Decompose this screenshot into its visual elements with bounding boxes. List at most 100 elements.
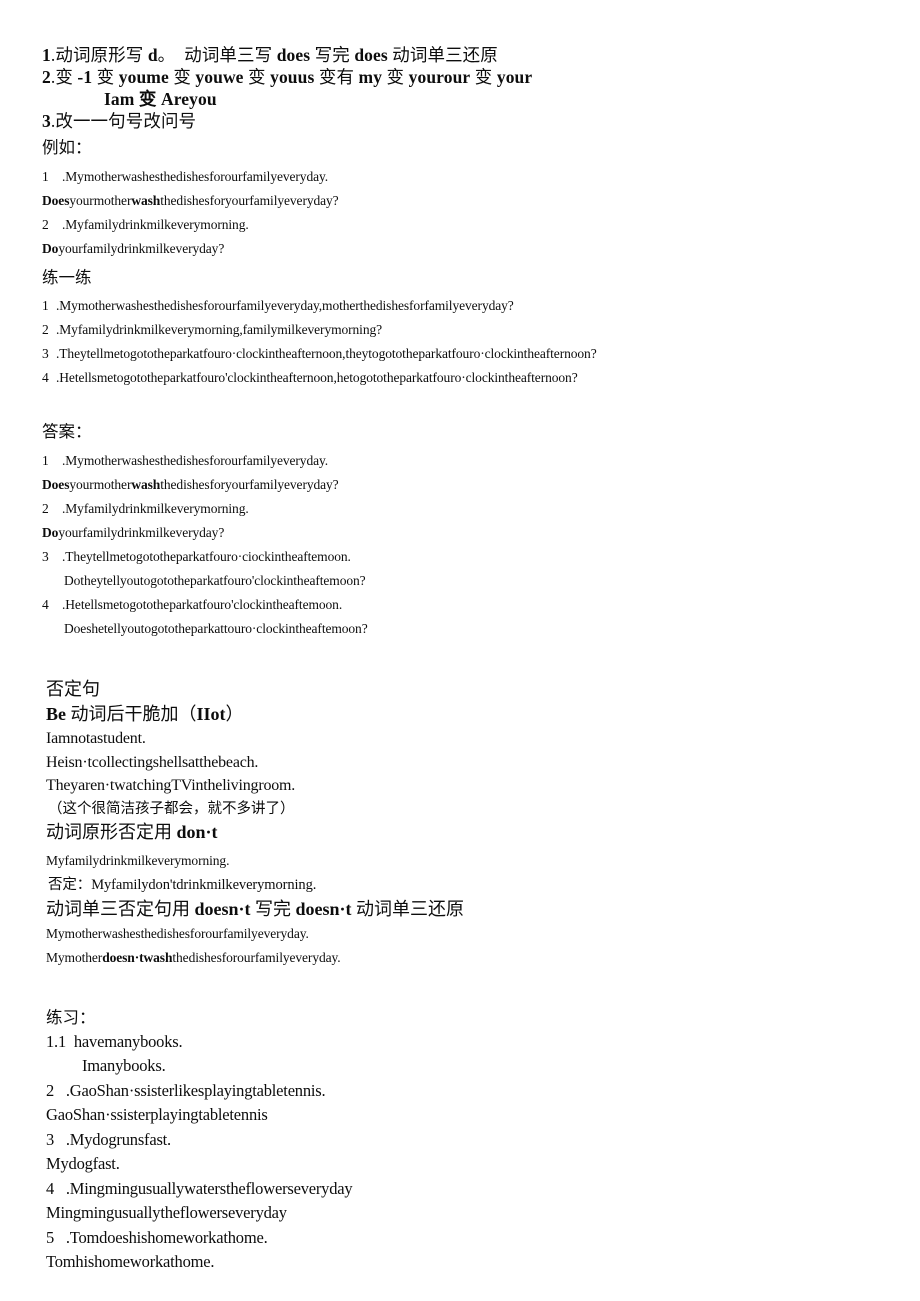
answer-7-index: 4 — [42, 597, 49, 612]
negative-sentence: Heisn·tcollectingshellsatthebeach. — [46, 753, 259, 771]
practice-item: 4 .Hetellsmetogototheparkatfouro'clockint… — [42, 366, 892, 390]
example-2-plain-1: yourmother — [69, 193, 132, 208]
answer-5-text: .Theytellmetogototheparkatfouro·ciockint… — [62, 549, 351, 564]
practice-3-index: 3 — [42, 346, 49, 361]
rule-1-text-b: 。 动词单三写 — [157, 45, 277, 65]
exercise-answer: Mydogfast. — [46, 1154, 120, 1173]
exercise-heading: 练习： — [46, 1007, 96, 1027]
rule-2-bold-6: yourour — [408, 67, 471, 87]
example-1-index: 1 — [42, 169, 49, 184]
rule-line-3: 3.改一一句号改问号 — [42, 110, 892, 132]
rule-2-prefix: 变 — [55, 67, 78, 87]
rule-2-mid-5: 变 — [382, 67, 409, 87]
dont-rule: 动词原形否定用 don·t — [42, 820, 892, 845]
answer-line-indented: Doeshetellyoutogototheparkattouro·clocki… — [64, 621, 368, 636]
example-line: 2 .Myfamilydrinkmilkeverymorning. — [42, 213, 892, 237]
answer-5-index: 3 — [42, 549, 49, 564]
example-heading: 例如： — [42, 138, 92, 157]
doesnt-answer: Mymotherdoesn·twashthedishesforourfamily… — [42, 946, 892, 970]
rule-2-mid-1: 变 — [92, 67, 119, 87]
answer-line: Doyourfamilydrinkmilkeveryday? — [42, 521, 892, 545]
dont-rule-bold: don·t — [176, 821, 218, 842]
negative-be-cjk: 动词后干脆加（ — [66, 704, 197, 724]
practice-item: 2 .Myfamilydrinkmilkeverymorning,familymi… — [42, 318, 892, 342]
doesnt-rule: 动词单三否定句用 doesn·t 写完 doesn·t 动词单三还原 — [42, 897, 892, 922]
rule-2-bold-4: youus — [270, 67, 315, 87]
negative-sentence: Theyaren·twatchingTVinthelivingroom. — [46, 777, 296, 794]
rule-2-mid-2: 变 — [168, 67, 196, 87]
doesnt-answer-plain-1: Mymother — [46, 949, 103, 965]
example-4-plain-1: yourfamilydrinkmilkeveryday? — [58, 241, 225, 256]
doesnt-answer-plain-2: thedishesforourfamilyeveryday. — [172, 949, 341, 965]
doesnt-rule-bold-2: doesn·t — [295, 898, 352, 919]
dont-answer: 否定：Myfamilydon'tdrinkmilkeverymorning. — [48, 876, 317, 893]
rule-2-mid-3: 变 — [243, 67, 271, 87]
example-2-plain-2: thedishesforyourfamilyeveryday? — [160, 193, 339, 208]
rule-2-bold-3: youwe — [195, 67, 244, 87]
negative-note: （这个很简洁孩子都会，就不多讲了） — [48, 800, 295, 817]
exercise-question: 4 .Mingmingusuallywaterstheflowerseveryd… — [46, 1178, 353, 1198]
answer-line: Doesyourmotherwashthedishesforyourfamily… — [42, 473, 892, 497]
exercise-question: 2 .GaoShan·ssisterlikesplayingtabletenni… — [46, 1080, 326, 1100]
answer-2-bold-2: wash — [131, 477, 161, 492]
exercise-question: 5 .Tomdoeshishomeworkathome. — [46, 1227, 268, 1247]
practice-4-text: .Hetellsmetogototheparkatfouro'clockinth… — [56, 370, 578, 385]
answer-2-bold-1: Does — [42, 477, 70, 492]
document-body: 1.动词原形写 d。 动词单三写 does 写完 does 动词单三还原 2.变… — [42, 44, 892, 1275]
negative-be-bold: Be — [46, 704, 66, 724]
example-3-index: 2 — [42, 217, 49, 232]
doesnt-rule-a: 动词单三否定句用 — [46, 898, 195, 919]
exercise-answer: Tomhishomeworkathome. — [46, 1252, 215, 1271]
document-page: 1.动词原形写 d。 动词单三写 does 写完 does 动词单三还原 2.变… — [0, 0, 920, 1301]
rule-2-bold-5: my — [358, 67, 383, 87]
answer-line: 3 .Theytellmetogototheparkatfouro·ciockin… — [42, 545, 892, 569]
practice-2-index: 2 — [42, 322, 49, 337]
negative-sentence: Iamnotastudent. — [46, 730, 146, 747]
example-4-bold-1: Do — [42, 241, 59, 256]
practice-item: 3 .Theytellmetogototheparkatfouro·clockin… — [42, 342, 892, 366]
example-3-text: .Myfamilydrinkmilkeverymorning. — [62, 217, 249, 232]
answer-line: 2 .Myfamilydrinkmilkeverymorning. — [42, 497, 892, 521]
dont-example: Myfamilydrinkmilkeverymorning. — [46, 852, 230, 868]
answer-4-bold-1: Do — [42, 525, 59, 540]
negative-heading: 否定句 — [46, 679, 100, 699]
rule-1-number: 1 — [42, 45, 51, 65]
doesnt-answer-bold: doesn·twash — [102, 949, 173, 965]
answer-line: 4 .Hetellsmetogototheparkatfouro'clockint… — [42, 593, 892, 617]
answer-3-text: .Myfamilydrinkmilkeverymorning. — [62, 501, 249, 516]
answer-1-index: 1 — [42, 453, 49, 468]
exercise-answer: Mingmingusuallytheflowerseveryday — [46, 1203, 287, 1222]
rule-line-2: 2.变 -1 变 youme 变 youwe 变 youus 变有 my 变 y… — [42, 66, 892, 88]
rule-2-sub-line: Iam 变 Areyou — [104, 89, 217, 109]
rule-line-1: 1.动词原形写 d。 动词单三写 does 写完 does 动词单三还原 — [42, 44, 892, 66]
practice-2-text: .Myfamilydrinkmilkeverymorning,familymil… — [56, 322, 383, 337]
negative-be-cjk-end: ） — [225, 704, 244, 724]
rule-1-bold-b: does — [276, 45, 311, 65]
exercise-answer: GaoShan·ssisterplayingtabletennis — [46, 1105, 268, 1124]
dont-rule-cjk: 动词原形否定用 — [46, 821, 177, 842]
example-line: Doyourfamilydrinkmilkeveryday? — [42, 237, 892, 261]
answer-2-plain-1: yourmother — [69, 477, 132, 492]
example-1-text: .Mymotherwashesthedishesforourfamilyever… — [62, 169, 329, 184]
rule-1-text-a: 动词原形写 — [55, 45, 148, 65]
rule-2-number: 2 — [42, 67, 51, 87]
example-2-bold-1: Does — [42, 193, 70, 208]
rule-2-bold-1: -1 — [77, 67, 93, 87]
rule-1-text-d: 动词单三还原 — [387, 45, 498, 65]
doesnt-rule-bold-1: doesn·t — [194, 898, 251, 919]
answer-7-text: .Hetellsmetogototheparkatfouro'clockinth… — [62, 597, 343, 612]
rule-1-text-c: 写完 — [310, 45, 355, 65]
practice-item: 1 .Mymotherwashesthedishesforourfamilyeve… — [42, 294, 892, 318]
rule-2-mid-4: 变有 — [314, 67, 359, 87]
rule-2-mid-6: 变 — [470, 67, 497, 87]
answer-line: 1 .Mymotherwashesthedishesforourfamilyeve… — [42, 449, 892, 473]
practice-1-index: 1 — [42, 298, 49, 313]
example-line: 1 .Mymotherwashesthedishesforourfamilyeve… — [42, 165, 892, 189]
answer-3-index: 2 — [42, 501, 49, 516]
practice-3-text: .Theytellmetogototheparkatfouro·clockint… — [56, 346, 597, 361]
negative-not-bold: IIot — [196, 704, 226, 724]
example-line: Doesyourmotherwashthedishesforyourfamily… — [42, 189, 892, 213]
